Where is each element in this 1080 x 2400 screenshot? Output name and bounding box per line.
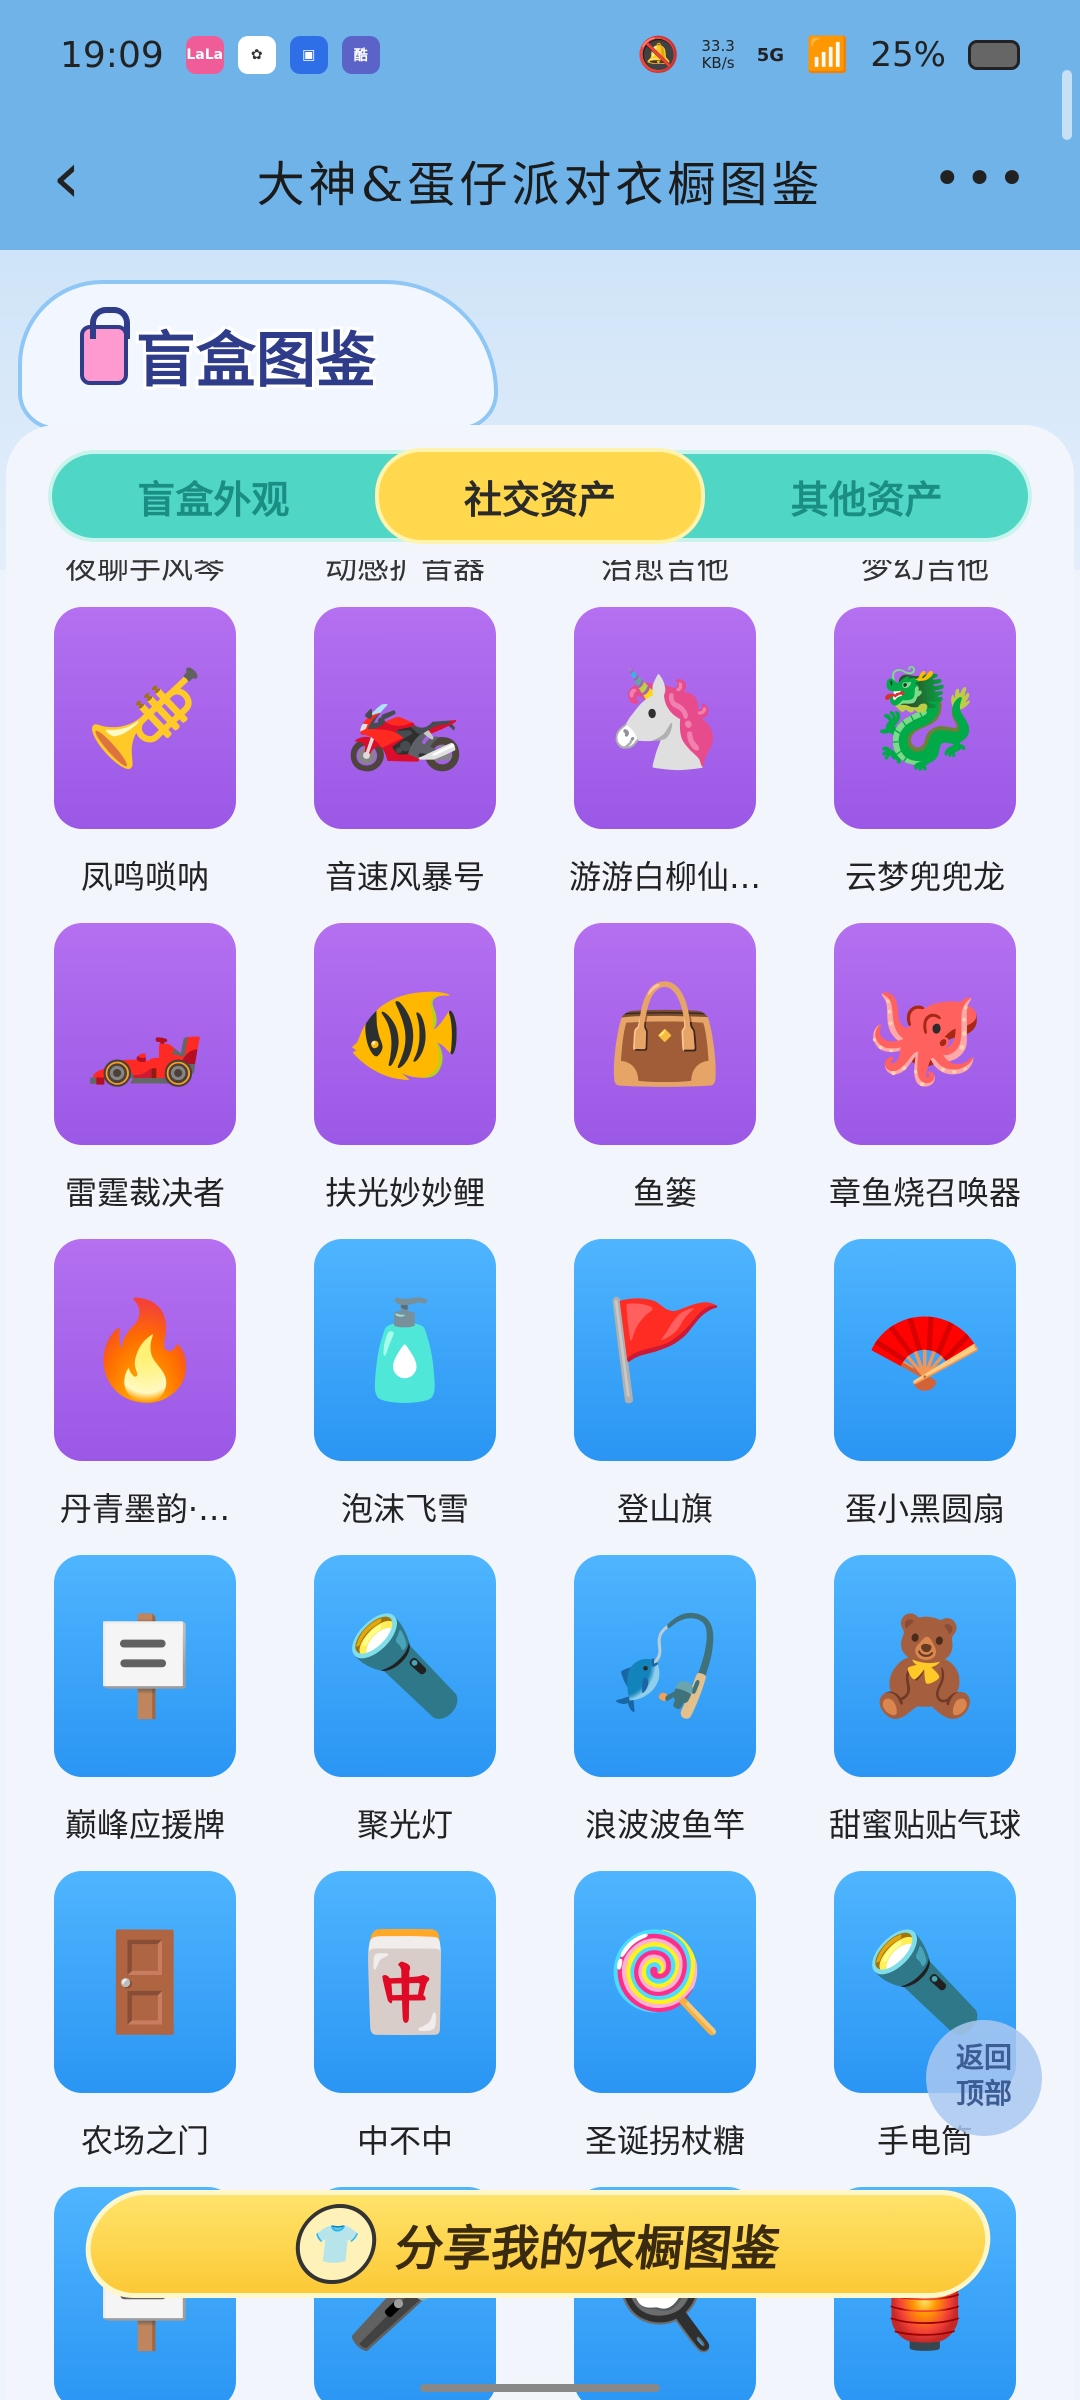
item-image[interactable]: 🏍️ [314,607,496,829]
share-button-label: 分享我的衣橱图鉴 [392,2221,783,2277]
item-label: 雷霆裁决者 [64,1174,225,1212]
item-label: 扶光妙妙鲤 [324,1174,485,1212]
share-wardrobe-button[interactable]: 👕 分享我的衣橱图鉴 [80,2190,996,2298]
tab-blind-box-appearance[interactable]: 盲盒外观 [52,469,375,524]
grid-item[interactable]: 🔥 丹青墨韵·… [20,1239,270,1539]
item-image[interactable]: 🐙 [834,923,1016,1145]
network-speed: 33.3 KB/s [701,38,734,72]
more-menu-icon[interactable]: ••• [933,151,1030,207]
item-label: 鱼篓 [632,1174,697,1212]
grid-item[interactable]: 🀄 中不中 [280,1871,530,2171]
grid-item[interactable]: 🚪 农场之门 [20,1871,270,2171]
grid-item[interactable]: 🦄 游游白柳仙… [540,607,790,907]
tab-social-assets[interactable]: 社交资产 [374,448,706,544]
cut-off-label-row: 夜聊手风琴 动感扩音器 治愈吉他 梦幻吉他 [0,560,1080,582]
net-speed-unit: KB/s [701,54,735,72]
item-image[interactable]: 🐉 [834,607,1016,829]
tab-other-assets[interactable]: 其他资产 [705,469,1028,524]
battery-icon [968,40,1020,70]
status-time: 19:09 [60,34,164,76]
item-image[interactable]: 🪭 [834,1239,1016,1461]
item-label: 蛋小黑圆扇 [844,1490,1005,1528]
grid-item[interactable]: 🍭 圣诞拐杖糖 [540,1871,790,2171]
lock-icon [80,307,130,385]
item-image[interactable]: 🐠 [314,923,496,1145]
item-image[interactable]: 🏎️ [54,923,236,1145]
cut-label: 动感扩音器 [324,560,485,582]
item-grid: 夜聊手风琴 动感扩音器 治愈吉他 梦幻吉他 🎺 凤鸣唢呐 🏍️ 音速风暴号 🦄 游游白柳仙… [0,560,1080,2400]
wifi-icon: 📶 [806,35,849,75]
item-image[interactable]: 👜 [574,923,756,1145]
item-image[interactable]: 🚩 [574,1239,756,1461]
cut-label: 治愈吉他 [600,560,729,582]
back-to-top-button[interactable]: 返回 顶部 [926,2020,1042,2136]
signal-5g: 5G [756,44,785,66]
grid-item[interactable]: 🚩 登山旗 [540,1239,790,1539]
item-label: 章鱼烧召唤器 [828,1174,1021,1212]
item-image[interactable]: 🎣 [574,1555,756,1777]
item-label: 浪波波鱼竿 [584,1806,745,1844]
item-label: 丹青墨韵·… [59,1490,231,1528]
item-image[interactable]: 🔦 [314,1555,496,1777]
item-label: 凤鸣唢呐 [80,858,209,896]
cut-label: 梦幻吉他 [860,560,989,582]
item-image[interactable]: 🔥 [54,1239,236,1461]
back-arrow-icon[interactable]: ‹ [52,141,108,213]
grid-item[interactable]: 🐙 章鱼烧召唤器 [800,923,1050,1223]
page-title: 大神&蛋仔派对衣橱图鉴 [256,157,824,213]
item-label: 巅峰应援牌 [64,1806,225,1844]
grid-item[interactable]: 🐠 扶光妙妙鲤 [280,923,530,1223]
item-image[interactable]: 🧴 [314,1239,496,1461]
home-indicator[interactable] [420,2384,660,2392]
item-label: 聚光灯 [356,1806,453,1844]
back-to-top-line1: 返回 [955,2041,1012,2074]
item-image[interactable]: 🧸 [834,1555,1016,1777]
wechat-icon: ✿ [237,36,276,74]
item-label: 农场之门 [80,2122,209,2160]
item-label: 中不中 [356,2122,453,2160]
item-label: 登山旗 [616,1490,713,1528]
back-to-top-line2: 顶部 [955,2077,1012,2110]
battery-text: 25% [870,35,946,75]
item-image[interactable]: 🍭 [574,1871,756,2093]
lala-app-icon: LaLa [185,36,224,74]
item-image[interactable]: 🚪 [54,1871,236,2093]
grid-item[interactable]: 🪧 巅峰应援牌 [20,1555,270,1855]
item-image[interactable]: 🪧 [54,1555,236,1777]
title-bar: ‹ 大神&蛋仔派对衣橱图鉴 ••• [0,125,1080,235]
grid-item[interactable]: 🐉 云梦兜兜龙 [800,607,1050,907]
grid-item[interactable]: 🔦 聚光灯 [280,1555,530,1855]
grid-item[interactable]: 🎺 凤鸣唢呐 [20,607,270,907]
grid-item[interactable]: 👜 鱼篓 [540,923,790,1223]
kugou-app-icon: 酷 [341,36,380,74]
grid-item[interactable]: 🏎️ 雷霆裁决者 [20,923,270,1223]
item-label: 甜蜜贴贴气球 [828,1806,1021,1844]
item-label: 泡沫飞雪 [340,1490,469,1528]
message-app-icon: ▣ [289,36,328,74]
item-label: 游游白柳仙… [568,858,761,896]
tab-bar: 盲盒外观 社交资产 其他资产 [48,448,1032,544]
item-image[interactable]: 🎺 [54,607,236,829]
net-speed-value: 33.3 [701,37,735,55]
grid-item[interactable]: 🪭 蛋小黑圆扇 [800,1239,1050,1539]
blind-box-title: 盲盒图鉴 [136,325,376,396]
grid-item[interactable]: 🏍️ 音速风暴号 [280,607,530,907]
item-label: 圣诞拐杖糖 [584,2122,745,2160]
item-image[interactable]: 🦄 [574,607,756,829]
item-label: 云梦兜兜龙 [844,858,1005,896]
shirt-icon: 👕 [291,2204,381,2284]
item-image[interactable]: 🀄 [314,1871,496,2093]
grid-item[interactable]: 🧸 甜蜜贴贴气球 [800,1555,1050,1855]
blind-box-heading: 盲盒图鉴 [80,305,376,405]
cut-label: 夜聊手风琴 [64,560,225,582]
item-label: 音速风暴号 [324,858,485,896]
grid-item[interactable]: 🧴 泡沫飞雪 [280,1239,530,1539]
grid-item[interactable]: 🎣 浪波波鱼竿 [540,1555,790,1855]
status-bar: 19:09 LaLa ✿ ▣ 酷 🔕 33.3 KB/s 5G 📶 25% [0,0,1080,110]
mute-icon: 🔕 [637,35,680,75]
